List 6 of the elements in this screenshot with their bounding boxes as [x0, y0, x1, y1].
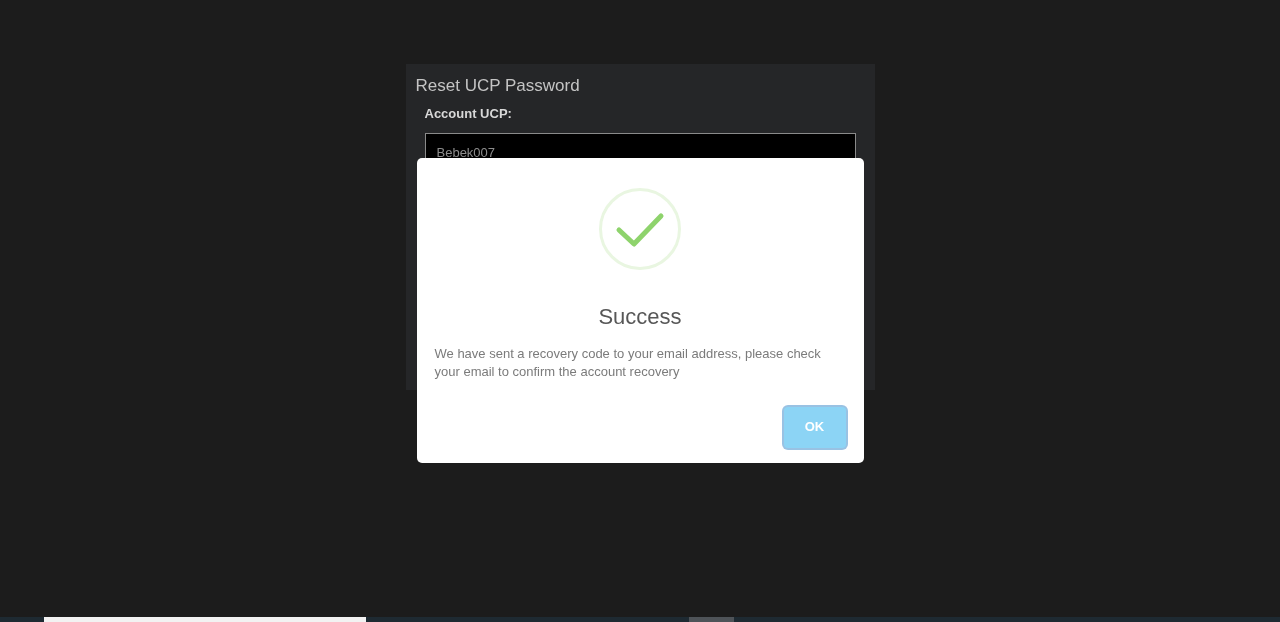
dialog-title: Success [597, 302, 683, 331]
dialog-message: We have sent a recovery code to your email address, please check your email to confirm the account recovery [434, 344, 822, 381]
field-label: Account UCP: [424, 106, 513, 122]
panel-title: Reset UCP Password [415, 76, 581, 96]
check-circle-icon [599, 187, 681, 270]
thumbnail-block [689, 617, 734, 622]
